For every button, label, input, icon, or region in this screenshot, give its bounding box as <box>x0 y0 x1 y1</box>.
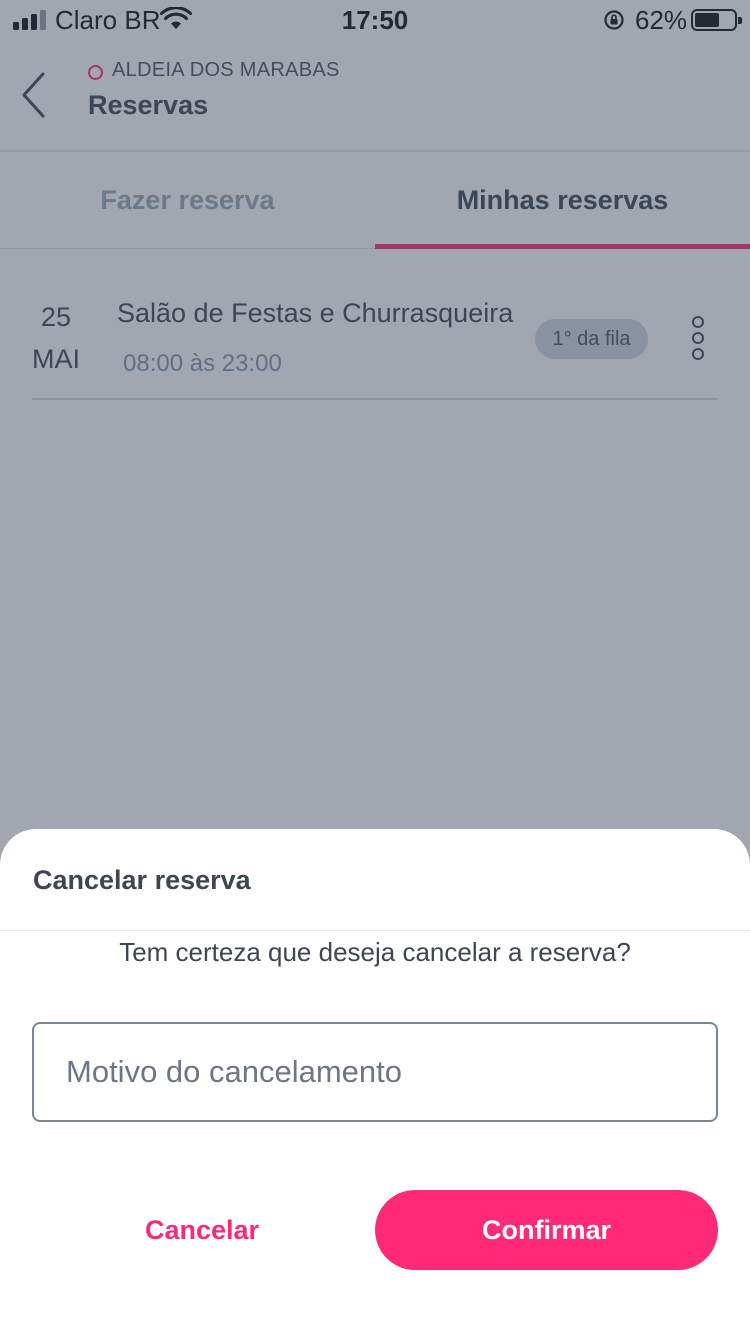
sheet-title: Cancelar reserva <box>33 865 251 895</box>
cancel-reservation-sheet: Cancelar reserva Tem certeza que deseja … <box>0 829 750 1334</box>
confirmation-message: Tem certeza que deseja cancelar a reserv… <box>119 937 631 967</box>
confirm-button[interactable]: Confirmar <box>375 1190 718 1270</box>
sheet-divider <box>0 930 750 931</box>
cancellation-reason-input[interactable] <box>32 1022 718 1122</box>
cancel-button[interactable]: Cancelar <box>32 1190 372 1270</box>
